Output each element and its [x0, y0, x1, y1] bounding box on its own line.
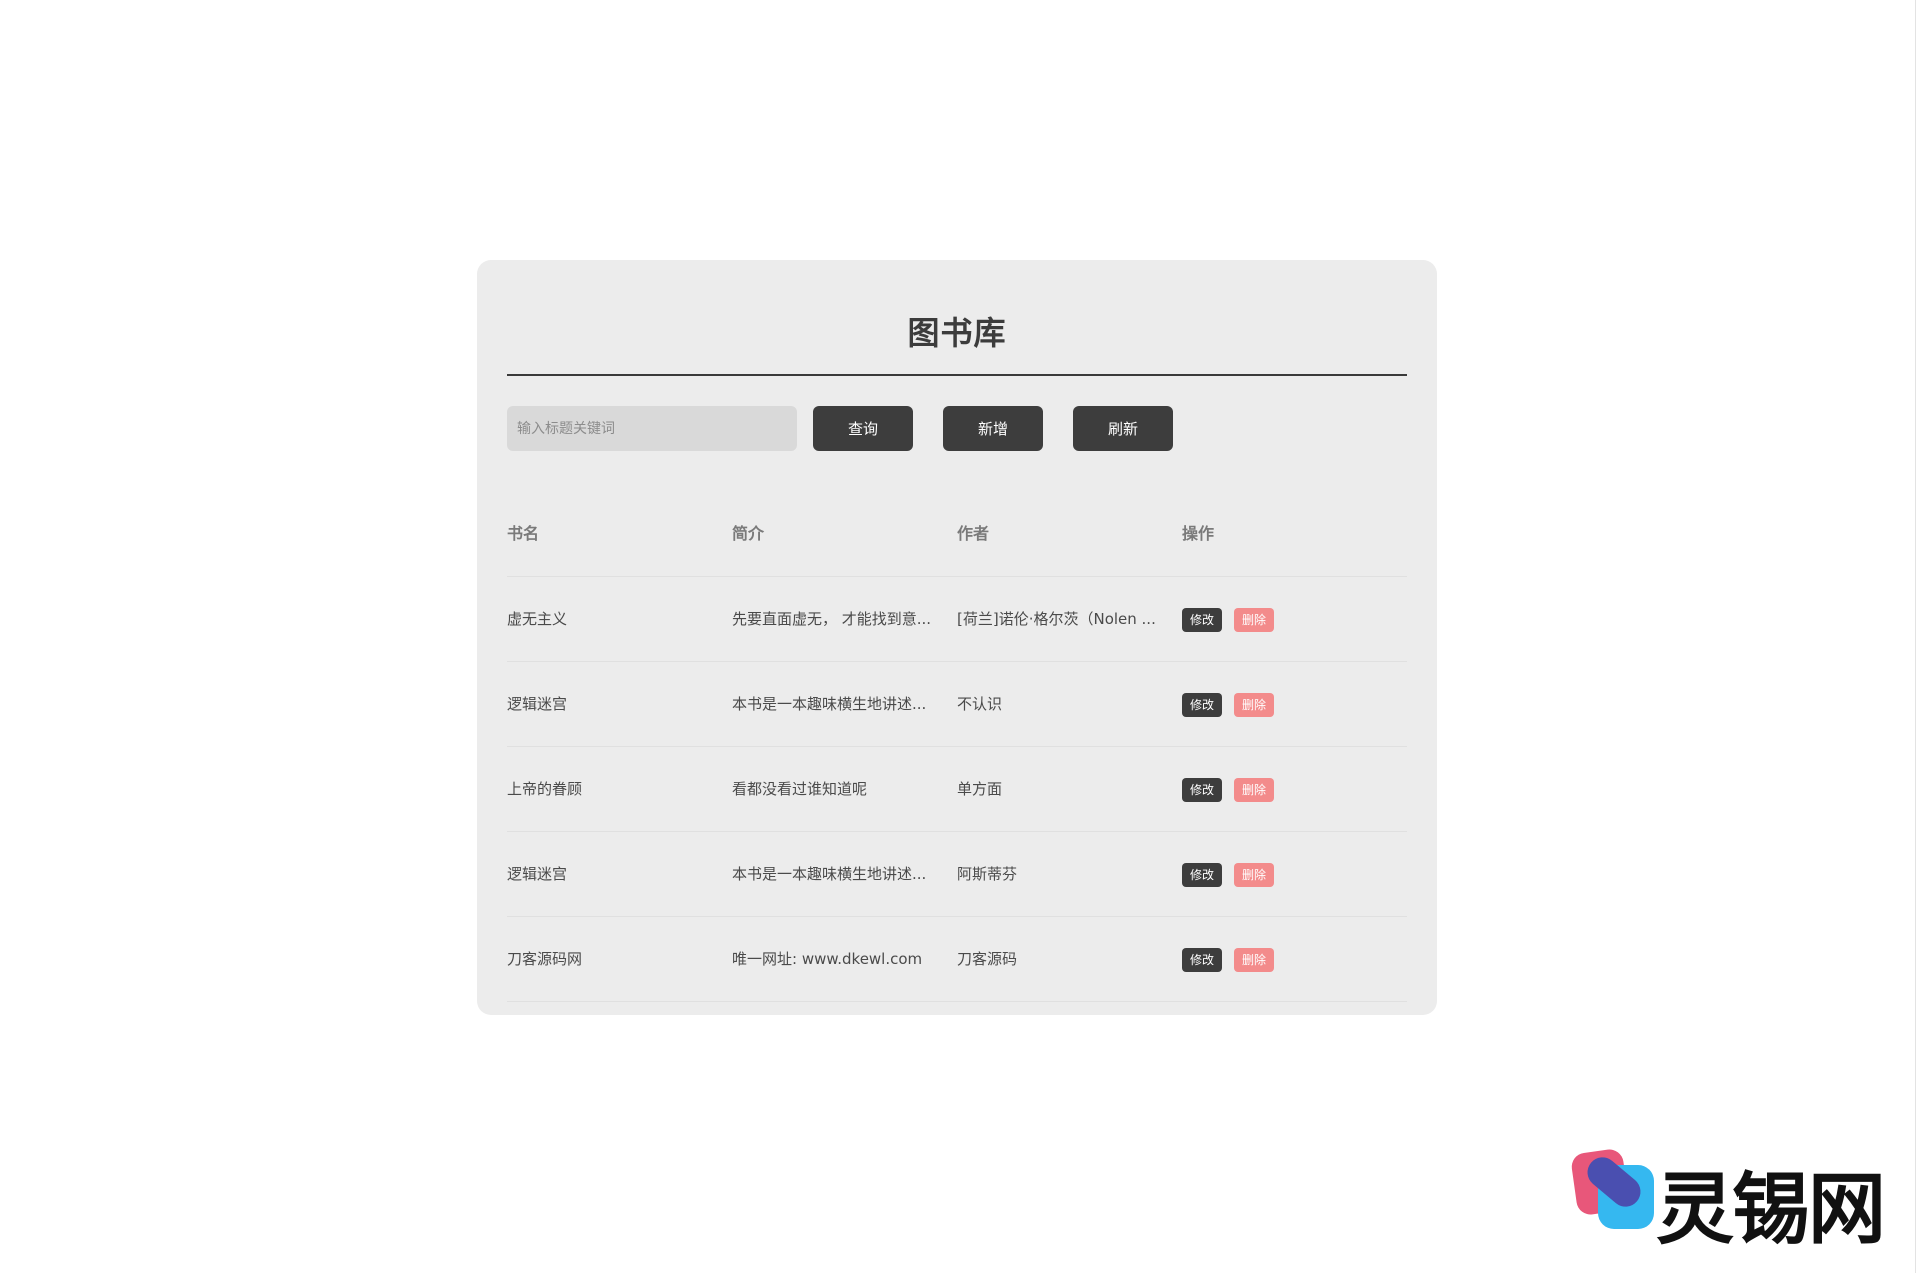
book-desc: 唯一网址: www.dkewl.com — [732, 950, 923, 968]
query-button[interactable]: 查询 — [813, 406, 913, 451]
book-desc: 看都没看过谁知道呢 — [732, 780, 868, 798]
table-row: 虚无主义 先要直面虚无， 才能找到意... [荷兰]诺伦·格尔茨（Nolen .… — [507, 577, 1407, 662]
books-table: 书名 简介 作者 操作 虚无主义 先要直面虚无， 才能找到意... [荷兰]诺伦… — [507, 492, 1407, 1002]
delete-button[interactable]: 删除 — [1234, 692, 1275, 717]
book-author: 刀客源码 — [957, 950, 1018, 968]
book-title: 上帝的眷顾 — [507, 780, 583, 798]
book-author: 单方面 — [957, 780, 1003, 798]
column-header-title: 书名 — [507, 524, 540, 543]
column-header-author: 作者 — [957, 524, 990, 543]
book-desc: 先要直面虚无， 才能找到意... — [732, 610, 932, 628]
table-row: 逻辑迷宫 本书是一本趣味横生地讲述... 不认识 修改 删除 — [507, 662, 1407, 747]
edit-button[interactable]: 修改 — [1182, 607, 1223, 632]
row-actions: 修改 删除 — [1182, 747, 1407, 831]
row-actions: 修改 删除 — [1182, 832, 1407, 916]
delete-button[interactable]: 删除 — [1234, 607, 1275, 632]
delete-button[interactable]: 删除 — [1234, 862, 1275, 887]
add-button[interactable]: 新增 — [943, 406, 1043, 451]
watermark-text: 灵锡网 — [1656, 1165, 1886, 1255]
book-title: 刀客源码网 — [507, 950, 583, 968]
toolbar: 查询 新增 刷新 — [507, 406, 1407, 451]
delete-button[interactable]: 删除 — [1234, 947, 1275, 972]
table-row: 上帝的眷顾 看都没看过谁知道呢 单方面 修改 删除 — [507, 747, 1407, 832]
book-author: 阿斯蒂芬 — [957, 865, 1018, 883]
column-header-desc: 简介 — [732, 524, 765, 543]
edit-button[interactable]: 修改 — [1182, 862, 1223, 887]
table-header: 书名 简介 作者 操作 — [507, 492, 1407, 577]
edit-button[interactable]: 修改 — [1182, 777, 1223, 802]
table-row: 逻辑迷宫 本书是一本趣味横生地讲述... 阿斯蒂芬 修改 删除 — [507, 832, 1407, 917]
edit-button[interactable]: 修改 — [1182, 947, 1223, 972]
column-header-actions: 操作 — [1182, 524, 1215, 543]
book-author: [荷兰]诺伦·格尔茨（Nolen ... — [957, 610, 1156, 628]
table-row: 刀客源码网 唯一网址: www.dkewl.com 刀客源码 修改 删除 — [507, 917, 1407, 1002]
watermark-logo: 灵锡网 — [1568, 1143, 1888, 1255]
search-input[interactable] — [507, 406, 797, 451]
row-actions: 修改 删除 — [1182, 917, 1407, 1001]
book-title: 逻辑迷宫 — [507, 695, 568, 713]
page-edge-divider — [1915, 0, 1916, 1273]
book-desc: 本书是一本趣味横生地讲述... — [732, 695, 927, 713]
book-author: 不认识 — [957, 695, 1003, 713]
book-title: 逻辑迷宫 — [507, 865, 568, 883]
title-divider — [507, 374, 1407, 376]
refresh-button[interactable]: 刷新 — [1073, 406, 1173, 451]
page-title: 图书库 — [907, 314, 1007, 352]
delete-button[interactable]: 删除 — [1234, 777, 1275, 802]
library-panel: 图书库 查询 新增 刷新 书名 简介 作者 操作 虚无主义 先要直面虚无， 才能… — [477, 260, 1437, 1015]
edit-button[interactable]: 修改 — [1182, 692, 1223, 717]
row-actions: 修改 删除 — [1182, 577, 1407, 661]
book-title: 虚无主义 — [507, 610, 568, 628]
logo-mark-icon — [1571, 1149, 1654, 1229]
row-actions: 修改 删除 — [1182, 662, 1407, 746]
book-desc: 本书是一本趣味横生地讲述... — [732, 865, 927, 883]
